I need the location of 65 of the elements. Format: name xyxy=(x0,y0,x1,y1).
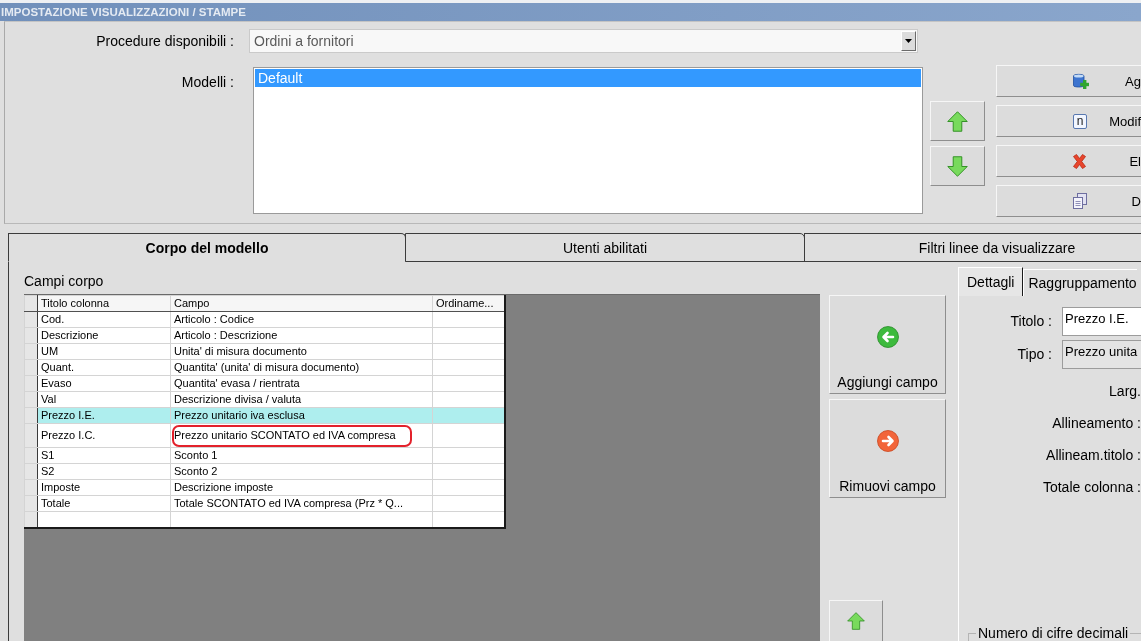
table-cell-text: Articolo : Descrizione xyxy=(174,328,279,343)
table-cell-text: UM xyxy=(41,344,60,359)
column-header: Campo xyxy=(170,295,433,312)
window-title: IMPOSTAZIONE VISUALIZZAZIONI / STAMPE xyxy=(1,6,246,18)
tab[interactable]: Dettagli xyxy=(958,267,1024,296)
table-cell-text: S2 xyxy=(41,464,56,479)
copy-icon xyxy=(1073,193,1087,209)
action-button[interactable]: D xyxy=(996,185,1141,217)
column-header: Titolo colonna xyxy=(37,295,171,312)
table-cell-text: Val xyxy=(41,392,58,407)
field-label: Larg. xyxy=(1109,382,1141,401)
tab[interactable]: Utenti abilitati xyxy=(405,233,805,262)
table-cell-text: Sconto 2 xyxy=(174,464,219,479)
table-cell-text: Totale SCONTATO ed IVA compresa (Prz * Q... xyxy=(174,496,405,511)
tab[interactable]: Filtri linee da visualizzare xyxy=(804,233,1141,262)
table-cell-text: S1 xyxy=(41,448,56,463)
table-cell: Prezzo unitario SCONTATO ed IVA compresa xyxy=(174,428,396,444)
table-cell-text: Descrizione divisa / valuta xyxy=(174,392,303,407)
field-label: Totale colonna : xyxy=(1042,478,1141,497)
database-plus-icon xyxy=(1073,73,1089,89)
table-cell-text: Quant. xyxy=(41,360,76,375)
move-up-button[interactable] xyxy=(930,101,985,141)
tab[interactable]: Corpo del modello xyxy=(8,233,406,262)
group-label: Numero di cifre decimali xyxy=(977,626,1130,641)
table-cell-text: Imposte xyxy=(41,480,82,495)
up-arrow-icon xyxy=(847,612,865,630)
table-cell-text: Prezzo I.E. xyxy=(41,408,96,423)
table-cell-text: Articolo : Codice xyxy=(174,312,256,327)
field-label: Allineam.titolo : xyxy=(1046,446,1141,465)
field-label: Titolo : xyxy=(1009,312,1052,329)
section-label: Campi corpo xyxy=(24,273,104,289)
down-arrow-icon xyxy=(947,155,968,177)
field-label: Tipo : xyxy=(1016,345,1052,362)
tab[interactable]: Raggruppamento xyxy=(1023,269,1137,296)
table-cell-text: Quantita' (unita' di misura documento) xyxy=(174,360,361,375)
dropdown-button[interactable] xyxy=(901,31,916,51)
table-cell-text: Descrizione imposte xyxy=(174,480,275,495)
table-row[interactable]: Prezzo I.C. Prezzo unitario SCONTATO ed IVA compresa xyxy=(24,423,505,448)
column-header: Ordiname... xyxy=(432,295,505,312)
table-cell-text: Evaso xyxy=(41,376,73,391)
field-label: Allineamento : xyxy=(1052,414,1141,433)
move-down-button[interactable] xyxy=(930,146,985,186)
move-up-button[interactable] xyxy=(829,600,883,641)
procedure-dropdown[interactable]: Ordini a fornitori xyxy=(249,29,918,53)
table-cell-text: Sconto 1 xyxy=(174,448,219,463)
table-cell-text: Prezzo unitario iva esclusa xyxy=(174,408,306,423)
table-cell-text: Unita' di misura documento xyxy=(174,344,308,359)
action-button[interactable]: Ag xyxy=(996,65,1141,97)
action-button[interactable]: El xyxy=(996,145,1141,177)
table-cell-text: Descrizione xyxy=(41,328,100,343)
add-field-button[interactable]: Aggiungi campo xyxy=(829,295,946,394)
table-cell-text: Totale xyxy=(41,496,72,511)
table-cell-text: Quantita' evasa / rientrata xyxy=(174,376,301,391)
field-label: Modelli : xyxy=(180,74,234,90)
text-field[interactable]: Prezzo I.E. xyxy=(1062,307,1141,336)
table-cell-text: Prezzo I.C. xyxy=(41,428,97,443)
field-label: Procedure disponibili : xyxy=(95,33,234,49)
action-button[interactable]: n Modif xyxy=(996,105,1141,137)
caret-icon xyxy=(905,39,912,43)
letter-icon: n xyxy=(1073,113,1087,129)
up-arrow-icon xyxy=(947,110,968,132)
cross-icon xyxy=(1073,153,1086,169)
remove-field-button[interactable]: Rimuovi campo xyxy=(829,399,946,498)
row-header xyxy=(24,295,38,312)
table-cell-text: Cod. xyxy=(41,312,66,327)
